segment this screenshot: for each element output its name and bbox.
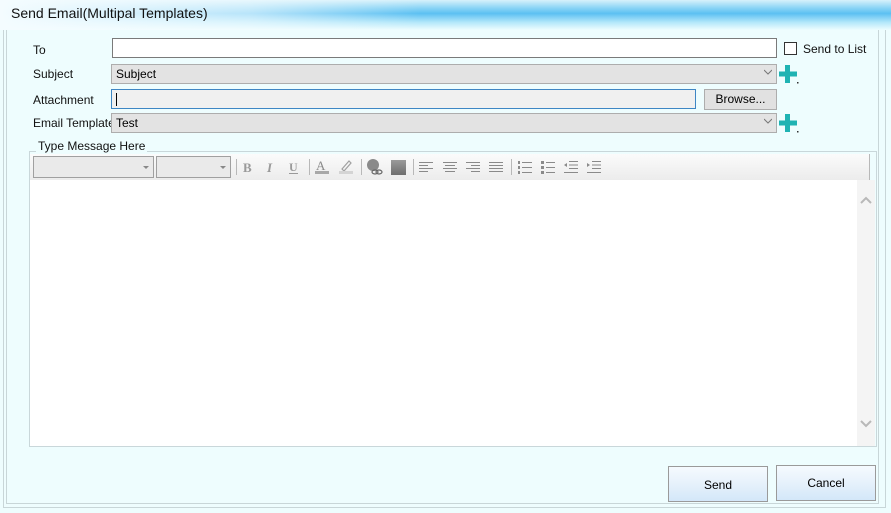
outdent-icon[interactable] xyxy=(562,158,580,176)
chevron-down-icon xyxy=(764,118,772,124)
svg-text:B: B xyxy=(243,160,252,175)
indent-icon[interactable] xyxy=(585,158,603,176)
align-center-icon[interactable] xyxy=(441,158,459,176)
toolbar-separator xyxy=(361,159,362,175)
email-template-selected-value: Test xyxy=(116,116,139,130)
toolbar-separator xyxy=(413,159,414,175)
toolbar-separator xyxy=(236,159,237,175)
browse-button[interactable]: Browse... xyxy=(704,89,777,110)
bullet-list-icon[interactable] xyxy=(539,158,557,176)
svg-text:I: I xyxy=(266,160,273,175)
editor-toolbar: B I U A xyxy=(30,154,870,180)
editor-scrollbar[interactable] xyxy=(857,180,875,446)
toolbar-separator xyxy=(309,159,310,175)
subject-label: Subject xyxy=(33,67,74,81)
email-template-label: Email Template xyxy=(33,116,115,130)
hyperlink-icon[interactable] xyxy=(365,158,383,176)
scroll-down-icon[interactable] xyxy=(860,420,872,428)
dropdown-arrow-icon xyxy=(220,166,226,169)
italic-icon[interactable]: I xyxy=(262,158,280,176)
attachment-label: Attachment xyxy=(33,93,94,107)
to-label: To xyxy=(33,43,46,57)
align-right-icon[interactable] xyxy=(464,158,482,176)
send-to-list-label[interactable]: Send to List xyxy=(803,42,866,56)
add-subject-plus-icon[interactable] xyxy=(777,63,799,85)
toolbar-separator xyxy=(511,159,512,175)
cancel-button[interactable]: Cancel xyxy=(776,465,876,501)
message-group-title: Type Message Here xyxy=(36,139,148,153)
chevron-down-icon xyxy=(764,69,772,75)
add-template-plus-icon[interactable] xyxy=(777,112,799,134)
font-family-dropdown[interactable] xyxy=(33,156,154,178)
send-to-list-checkbox[interactable] xyxy=(784,42,797,55)
message-body-editor[interactable] xyxy=(30,180,870,446)
bold-icon[interactable]: B xyxy=(239,158,257,176)
align-left-icon[interactable] xyxy=(417,158,435,176)
window-title: Send Email(Multipal Templates) xyxy=(11,5,208,21)
send-button[interactable]: Send xyxy=(668,466,768,502)
underline-icon[interactable]: U xyxy=(285,158,303,176)
text-caret xyxy=(116,93,117,106)
svg-text:U: U xyxy=(289,160,298,174)
justify-icon[interactable] xyxy=(487,158,505,176)
to-input[interactable] xyxy=(112,38,777,58)
dropdown-arrow-icon xyxy=(143,166,149,169)
numbered-list-icon[interactable] xyxy=(516,158,534,176)
email-template-dropdown[interactable]: Test xyxy=(111,113,777,133)
highlight-icon[interactable] xyxy=(337,158,355,176)
attachment-input[interactable] xyxy=(111,89,696,109)
font-color-icon[interactable]: A xyxy=(313,158,331,176)
subject-dropdown[interactable]: Subject xyxy=(111,64,777,84)
font-size-dropdown[interactable] xyxy=(156,156,231,178)
subject-selected-value: Subject xyxy=(116,67,157,81)
insert-image-icon[interactable] xyxy=(389,158,407,176)
scroll-up-icon[interactable] xyxy=(860,196,872,204)
title-bar: Send Email(Multipal Templates) xyxy=(0,0,891,30)
svg-text:A: A xyxy=(316,158,326,173)
